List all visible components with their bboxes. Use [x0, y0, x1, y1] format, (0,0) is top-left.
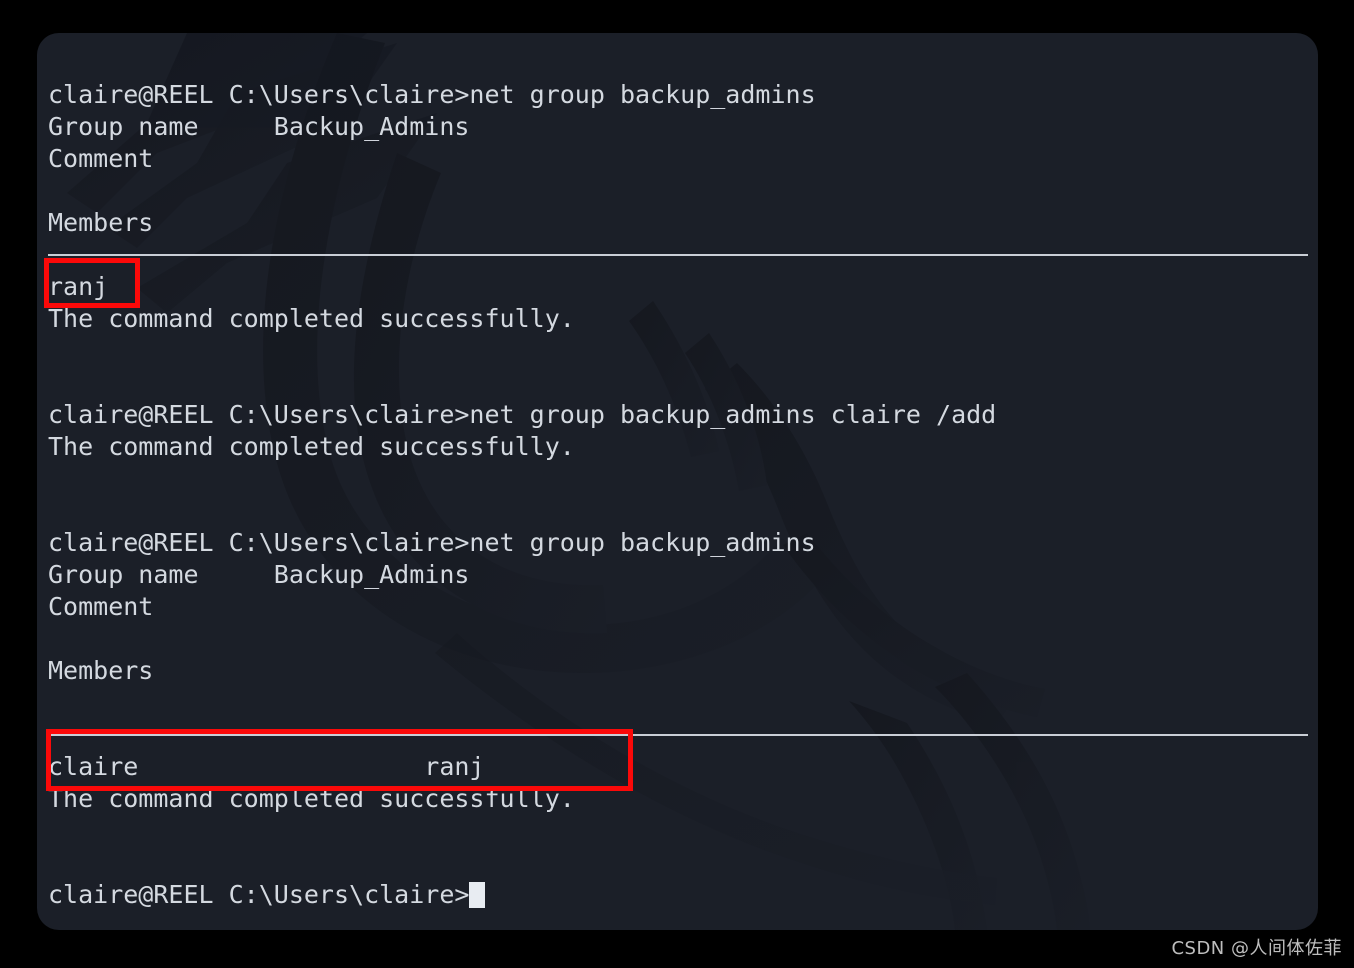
terminal-line-success-2: The command completed successfully.	[48, 432, 575, 461]
terminal-line-prompt-2: claire@REEL C:\Users\claire>net group ba…	[48, 400, 997, 429]
terminal-line-prompt-3: claire@REEL C:\Users\claire>net group ba…	[48, 528, 816, 557]
terminal-line-group-name-1: Group name Backup_Admins	[48, 112, 470, 141]
terminal-line-success-1: The command completed successfully.	[48, 304, 575, 333]
terminal-line-prompt-1: claire@REEL C:\Users\claire>net group ba…	[48, 80, 816, 109]
members-separator-2	[48, 734, 1308, 736]
screen-root: claire@REEL C:\Users\claire>net group ba…	[0, 0, 1354, 968]
terminal-line-members-list-2: claire ranj	[48, 752, 485, 781]
text-cursor	[469, 882, 486, 908]
terminal-line-success-3: The command completed successfully.	[48, 784, 575, 813]
members-separator-1	[48, 254, 1308, 256]
csdn-watermark: CSDN @人间体佐菲	[1171, 938, 1342, 959]
terminal-window[interactable]: claire@REEL C:\Users\claire>net group ba…	[37, 33, 1318, 930]
terminal-line-comment-2: Comment	[48, 592, 154, 621]
terminal-line-prompt-active[interactable]: claire@REEL C:\Users\claire>	[48, 879, 486, 911]
terminal-line-member-ranj: ranj	[48, 272, 109, 301]
terminal-line-comment-1: Comment	[48, 144, 154, 173]
terminal-line-group-name-2: Group name Backup_Admins	[48, 560, 470, 589]
terminal-output[interactable]: claire@REEL C:\Users\claire>net group ba…	[37, 33, 1318, 930]
terminal-line-members-2: Members	[48, 656, 154, 685]
prompt-text: claire@REEL C:\Users\claire>	[48, 880, 470, 909]
terminal-line-members-1: Members	[48, 208, 154, 237]
